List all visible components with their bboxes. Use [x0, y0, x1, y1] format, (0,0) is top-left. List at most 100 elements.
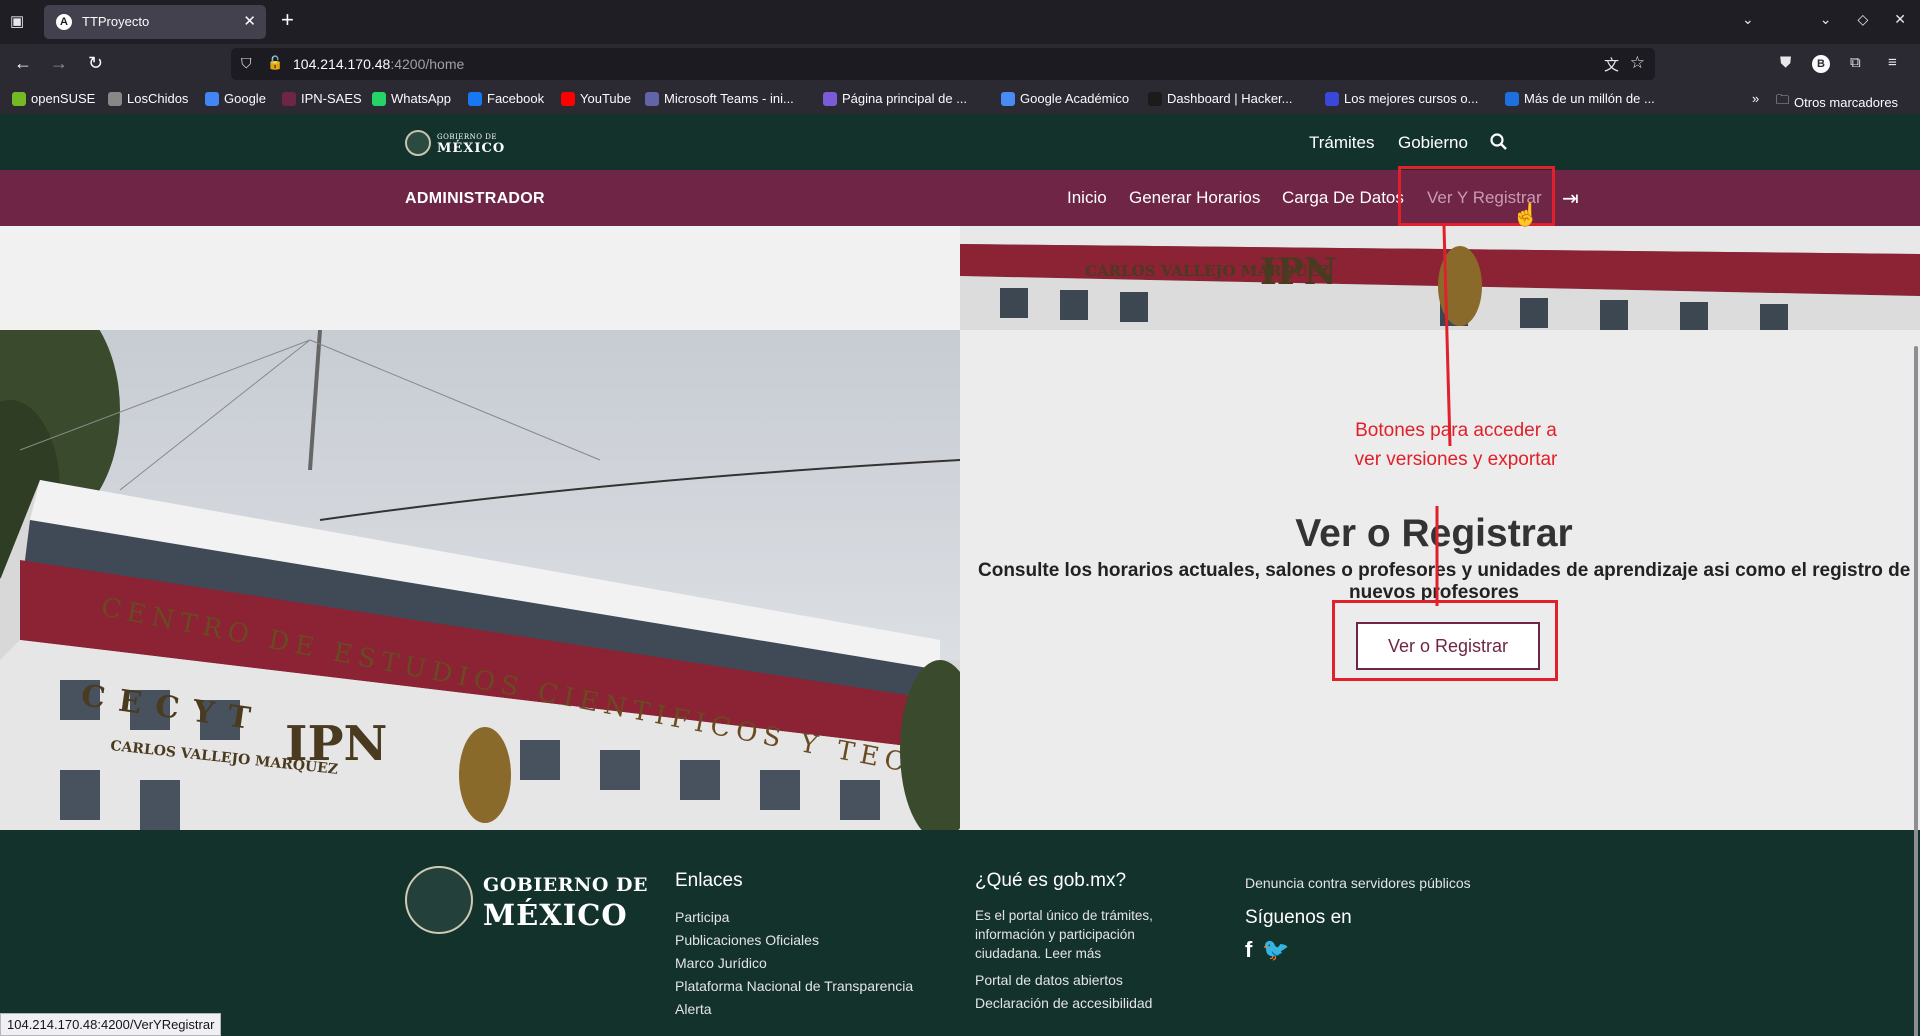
nav-generar-horarios[interactable]: Generar Horarios	[1129, 188, 1260, 208]
bookmark-item[interactable]: IPN-SAES	[282, 91, 362, 106]
pattern-strip	[0, 226, 960, 330]
bookmark-favicon-icon	[823, 91, 837, 106]
profile-avatar[interactable]: B	[1812, 55, 1830, 73]
tab-overflow-icon[interactable]: ⌄	[1742, 11, 1754, 28]
link-publicaciones[interactable]: Publicaciones Oficiales	[675, 929, 913, 952]
facebook-icon[interactable]: f	[1245, 937, 1252, 963]
gob-header: GOBIERNO DE MÉXICO Trámites Gobierno	[0, 114, 1920, 170]
pocket-icon[interactable]: ⛊	[1780, 54, 1791, 71]
bookmark-item[interactable]: Dashboard | Hacker...	[1148, 91, 1293, 106]
bookmark-star-icon[interactable]: ☆	[1630, 53, 1645, 73]
mexico-seal-icon	[405, 866, 473, 934]
annotation-line2: ver versiones y exportar	[1354, 449, 1558, 470]
reload-icon[interactable]: ↻	[88, 53, 103, 74]
tab-favicon-icon: A	[56, 14, 72, 30]
link-participa[interactable]: Participa	[675, 906, 913, 929]
nav-gobierno[interactable]: Gobierno	[1398, 133, 1468, 153]
bookmark-favicon-icon	[561, 91, 575, 106]
bookmark-favicon-icon	[108, 91, 122, 106]
highlight-button-box	[1332, 600, 1558, 681]
link-accesibilidad[interactable]: Declaración de accesibilidad	[975, 992, 1153, 1015]
mouse-cursor-icon: ☝	[1512, 202, 1540, 227]
link-transparencia[interactable]: Plataforma Nacional de Transparencia	[675, 975, 913, 998]
bookmark-item[interactable]: Más de un millón de ...	[1505, 91, 1655, 106]
svg-text:IPN: IPN	[285, 716, 387, 772]
new-tab-button[interactable]: +	[281, 8, 294, 32]
admin-nav-bar: ADMINISTRADOR Inicio Generar Horarios Ca…	[0, 170, 1920, 226]
bookmark-label: Google Académico	[1020, 91, 1130, 106]
translate-icon[interactable]: 文	[1604, 54, 1619, 75]
link-denuncia[interactable]: Denuncia contra servidores públicos	[1245, 872, 1471, 895]
bookmark-item[interactable]: Microsoft Teams - ini...	[645, 91, 794, 106]
footer-que-es: ¿Qué es gob.mx? Es el portal único de tr…	[975, 870, 1153, 1015]
bookmark-item[interactable]: YouTube	[561, 91, 631, 106]
logout-icon[interactable]: ⇥	[1562, 186, 1579, 211]
bookmark-label: Dashboard | Hacker...	[1167, 91, 1293, 106]
bookmark-item[interactable]: Página principal de ...	[823, 91, 967, 106]
admin-brand[interactable]: ADMINISTRADOR	[405, 190, 545, 208]
folder-icon: 🗀	[1776, 92, 1790, 107]
nav-inicio[interactable]: Inicio	[1067, 188, 1107, 208]
link-datos-abiertos[interactable]: Portal de datos abiertos	[975, 969, 1153, 992]
footer-logo[interactable]: GOBIERNO DE MÉXICO	[405, 866, 648, 934]
bookmark-label: Página principal de ...	[842, 91, 968, 106]
que-es-text-2: información y participación	[975, 927, 1135, 942]
que-es-text-1: Es el portal único de trámites,	[975, 908, 1153, 923]
other-bookmarks[interactable]: 🗀 Otros marcadores	[1776, 91, 1898, 113]
status-bar-url: 104.214.170.48:4200/VerYRegistrar	[0, 1013, 222, 1036]
bookmark-item[interactable]: Los mejores cursos o...	[1325, 91, 1478, 106]
footer-logo-line1: GOBIERNO DE	[483, 874, 648, 896]
link-alerta[interactable]: Alerta	[675, 998, 913, 1021]
address-bar[interactable]: ⛉ 🔓 104.214.170.48:4200/home 文 ☆	[231, 48, 1655, 80]
bookmarks-overflow-icon[interactable]: »	[1752, 91, 1759, 106]
tab-list-icon[interactable]: ▣	[10, 12, 30, 32]
close-window-icon[interactable]: ✕	[1894, 11, 1906, 28]
bookmark-favicon-icon	[12, 91, 26, 106]
bookmark-item[interactable]: Google Académico	[1001, 91, 1129, 106]
bookmark-favicon-icon	[1325, 91, 1339, 106]
bookmark-favicon-icon	[372, 91, 386, 106]
bookmark-item[interactable]: openSUSE	[12, 91, 95, 106]
footer-social: Denuncia contra servidores públicos Sígu…	[1245, 872, 1471, 963]
browser-tab[interactable]: A TTProyecto ✕	[44, 5, 266, 39]
bookmark-label: Los mejores cursos o...	[1344, 91, 1479, 106]
back-icon[interactable]: ←	[14, 53, 32, 74]
bookmark-label: IPN-SAES	[301, 91, 362, 106]
bookmark-item[interactable]: WhatsApp	[372, 91, 451, 106]
insecure-lock-icon[interactable]: 🔓	[267, 55, 283, 71]
bookmark-item[interactable]: Google	[205, 91, 266, 106]
page-scrollbar[interactable]	[1914, 346, 1918, 1036]
search-icon[interactable]	[1489, 132, 1509, 152]
browser-nav-bar: ← → ↻ ⛉ 🔓 104.214.170.48:4200/home 文 ☆ ⛊…	[0, 44, 1920, 84]
bookmark-label: openSUSE	[31, 91, 96, 106]
tab-close-icon[interactable]: ✕	[243, 12, 256, 30]
building-photo: CENTRO DE ESTUDIOS CIENTIFICOS Y TECNOLO…	[0, 330, 960, 830]
window-controls: ⌄ ⌄ ◇ ✕	[1742, 11, 1906, 28]
tracking-shield-icon[interactable]: ⛉	[241, 55, 252, 72]
bookmark-label: WhatsApp	[391, 91, 451, 106]
bookmark-item[interactable]: LosChidos	[108, 91, 188, 106]
footer-logo-line2: MÉXICO	[483, 898, 628, 932]
restore-icon[interactable]: ◇	[1857, 11, 1868, 28]
link-marco-juridico[interactable]: Marco Jurídico	[675, 952, 913, 975]
bookmark-label: Más de un millón de ...	[1524, 91, 1655, 106]
que-es-text-3[interactable]: ciudadana. Leer más	[975, 944, 1153, 963]
extensions-icon[interactable]: ⧉	[1850, 54, 1861, 71]
minimize-icon[interactable]: ⌄	[1820, 11, 1832, 28]
bookmark-favicon-icon	[468, 91, 482, 106]
gob-logo[interactable]: GOBIERNO DE MÉXICO	[405, 130, 505, 156]
bookmark-label: Google	[224, 91, 266, 106]
svg-text:IPN: IPN	[1260, 251, 1337, 293]
bookmark-label: YouTube	[580, 91, 632, 106]
web-page: GOBIERNO DE MÉXICO Trámites Gobierno ADM…	[0, 114, 1920, 1036]
footer: GOBIERNO DE MÉXICO Enlaces Participa Pub…	[0, 830, 1920, 1036]
gob-logo-line2: MÉXICO	[437, 141, 506, 156]
nav-tramites[interactable]: Trámites	[1309, 133, 1375, 153]
forward-icon[interactable]: →	[50, 53, 68, 74]
nav-carga-de-datos[interactable]: Carga De Datos	[1282, 188, 1404, 208]
menu-icon[interactable]: ≡	[1888, 54, 1897, 71]
url-text[interactable]: 104.214.170.48:4200/home	[293, 56, 464, 72]
twitter-icon[interactable]: 🐦	[1262, 937, 1289, 963]
bookmark-item[interactable]: Facebook	[468, 91, 544, 106]
bookmark-favicon-icon	[1148, 91, 1162, 106]
